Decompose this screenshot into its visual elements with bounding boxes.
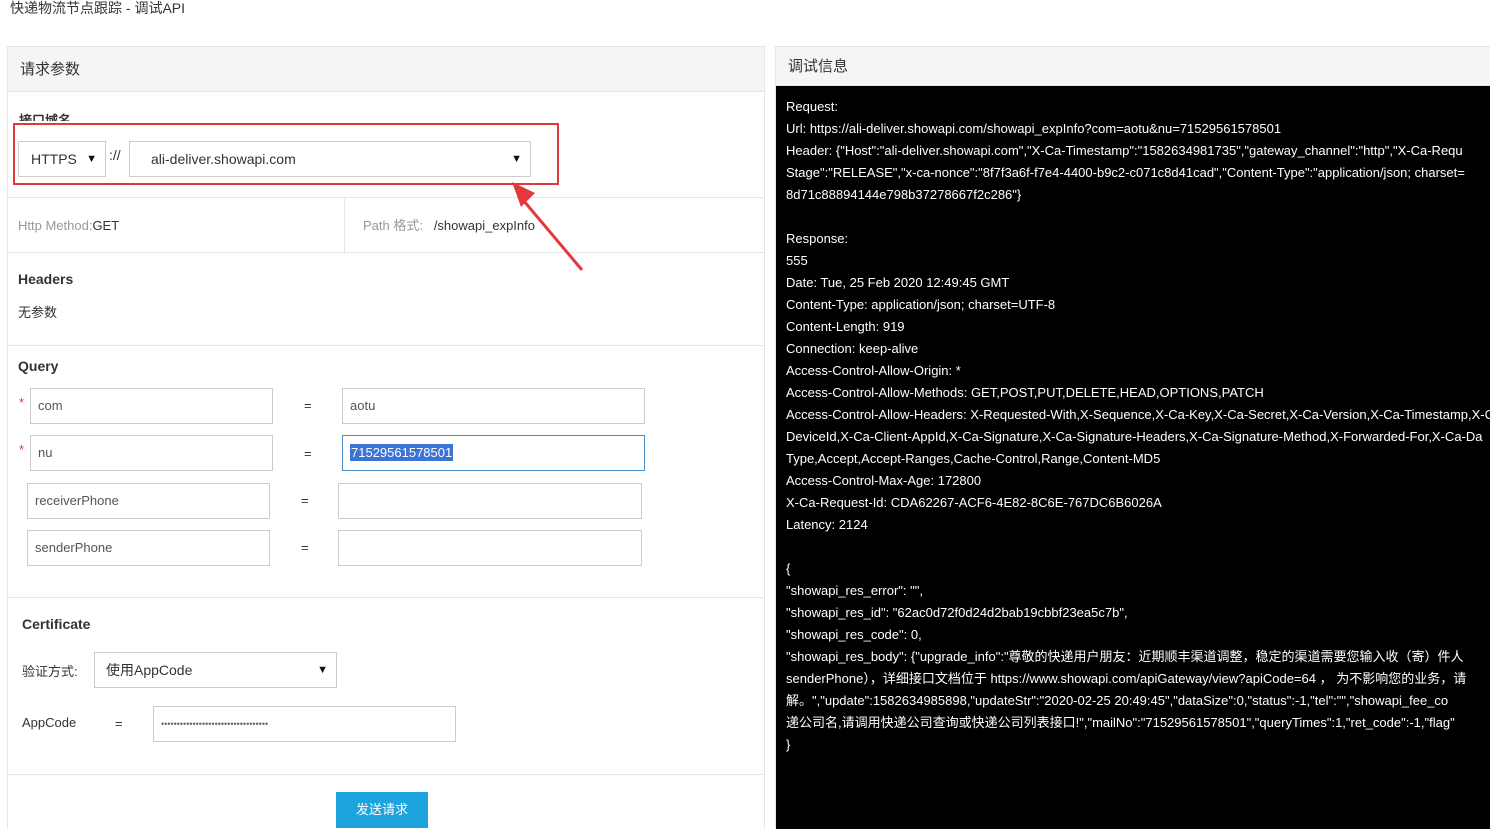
required-mark: *: [19, 395, 25, 410]
console-line: Access-Control-Max-Age: 172800: [786, 473, 982, 488]
domain-section: 接口域名 HTTPS ▼ :// ali-deliver.showapi.com…: [8, 92, 764, 198]
console-line: Header: {"Host":"ali-deliver.showapi.com…: [786, 143, 1463, 158]
chevron-down-icon: ▼: [511, 153, 522, 165]
console-line: Access-Control-Allow-Headers: X-Requeste…: [786, 407, 1490, 422]
console-line: }: [786, 737, 791, 752]
console-line: Access-Control-Allow-Methods: GET,POST,P…: [786, 385, 1264, 400]
query-name-input[interactable]: com: [30, 388, 273, 424]
http-method: Http Method:GET: [18, 198, 119, 253]
console-line: 555: [786, 253, 808, 268]
debug-info-panel: 调试信息 Request: Url: https://ali-deliver.sh…: [775, 46, 1490, 829]
query-section: Query * com = aotu * nu = 71529561578501…: [8, 346, 764, 598]
selected-text: 71529561578501: [350, 444, 454, 461]
headers-empty-text: 无参数: [18, 305, 58, 320]
console-line: Date: Tue, 25 Feb 2020 12:49:45 GMT: [786, 275, 1010, 290]
debug-info-header: 调试信息: [776, 47, 1490, 86]
console-line: Type,Accept,Accept-Ranges,Cache-Control,…: [786, 451, 1161, 466]
query-value-input[interactable]: [338, 483, 642, 519]
console-line: Content-Type: application/json; charset=…: [786, 297, 1056, 312]
auth-method-select[interactable]: 使用AppCode ▼: [94, 652, 337, 688]
request-params-header: 请求参数: [8, 47, 764, 92]
send-request-button[interactable]: 发送请求: [336, 792, 428, 828]
console-line: Content-Length: 919: [786, 319, 905, 334]
headers-title: Headers: [18, 271, 74, 287]
required-mark: *: [19, 442, 25, 457]
console-line: "showapi_res_body": {"upgrade_info":"尊敬的…: [786, 649, 1464, 664]
equals-sign: =: [301, 493, 309, 508]
path-format: Path 格式: /showapi_expInfo: [363, 198, 535, 253]
path-format-value: /showapi_expInfo: [433, 218, 535, 233]
console-line: "showapi_res_error": "",: [786, 583, 923, 598]
protocol-select[interactable]: HTTPS ▼: [18, 141, 106, 177]
debug-console: Request: Url: https://ali-deliver.showapi…: [776, 86, 1490, 829]
console-line: Url: https://ali-deliver.showapi.com/sho…: [786, 121, 1282, 136]
console-line: DeviceId,X-Ca-Client-AppId,X-Ca-Signatur…: [786, 429, 1483, 444]
certificate-section: Certificate 验证方式: 使用AppCode ▼ AppCode = …: [8, 598, 764, 775]
query-title: Query: [18, 358, 59, 374]
headers-section: Headers 无参数: [8, 253, 764, 346]
equals-sign: =: [301, 540, 309, 555]
appcode-label: AppCode: [22, 715, 77, 730]
console-line: Response:: [786, 231, 849, 246]
query-name-input[interactable]: receiverPhone: [27, 483, 270, 519]
host-select-value: ali-deliver.showapi.com: [151, 151, 296, 167]
protocol-separator: ://: [109, 147, 121, 163]
equals-sign: =: [304, 398, 312, 413]
protocol-select-value: HTTPS: [31, 151, 77, 167]
http-method-value: GET: [92, 218, 120, 233]
console-line: Access-Control-Allow-Origin: *: [786, 363, 961, 378]
console-line: Latency: 2124: [786, 517, 868, 532]
http-method-label: Http Method:: [18, 218, 93, 233]
equals-sign: =: [304, 446, 312, 461]
auth-method-label: 验证方式:: [22, 664, 78, 679]
method-section: Http Method:GET Path 格式: /showapi_expInf…: [8, 198, 764, 253]
console-line: {: [786, 561, 791, 576]
console-line: Request:: [786, 99, 839, 114]
console-line: X-Ca-Request-Id: CDA62267-ACF6-4E82-8C6E…: [786, 495, 1162, 510]
domain-label: 接口域名: [19, 113, 72, 121]
query-name-input[interactable]: senderPhone: [27, 530, 270, 566]
console-line: Stage":"RELEASE","x-ca-nonce":"8f7f3a6f-…: [786, 165, 1465, 180]
auth-method-value: 使用AppCode: [106, 662, 193, 678]
request-params-panel: 请求参数 接口域名 HTTPS ▼ :// ali-deliver.showap…: [7, 46, 765, 829]
path-format-label: Path 格式:: [363, 218, 423, 233]
page-title: 快递物流节点跟踪 - 调试API: [10, 0, 186, 16]
host-select[interactable]: ali-deliver.showapi.com ▼: [129, 141, 531, 177]
query-name-input[interactable]: nu: [30, 435, 273, 471]
page: 快递物流节点跟踪 - 调试API 请求参数 接口域名 HTTPS ▼ :// a…: [0, 0, 1490, 829]
console-line: 8d71c88894144e798b37278667f2c286"}: [786, 187, 1022, 202]
certificate-title: Certificate: [22, 616, 91, 632]
chevron-down-icon: ▼: [317, 664, 328, 676]
query-value-input-focused[interactable]: 71529561578501: [342, 435, 645, 471]
console-line: Connection: keep-alive: [786, 341, 919, 356]
equals-sign: =: [115, 716, 123, 731]
console-line: "showapi_res_id": "62ac0d72f0d24d2bab19c…: [786, 605, 1128, 620]
divider: [344, 198, 345, 253]
query-value-input[interactable]: aotu: [342, 388, 645, 424]
console-line: 递公司名,请调用快递公司查询或快递公司列表接口!","mailNo":"7152…: [786, 715, 1455, 730]
appcode-input[interactable]: ••••••••••••••••••••••••••••••••••: [153, 706, 456, 742]
console-line: "showapi_res_code": 0,: [786, 627, 922, 642]
query-value-input[interactable]: [338, 530, 642, 566]
chevron-down-icon: ▼: [86, 153, 97, 165]
console-line: senderPhone），详细接口文档位于 https://www.showap…: [786, 671, 1467, 686]
console-line: 解。","update":1582634985898,"updateStr":"…: [786, 693, 1449, 708]
